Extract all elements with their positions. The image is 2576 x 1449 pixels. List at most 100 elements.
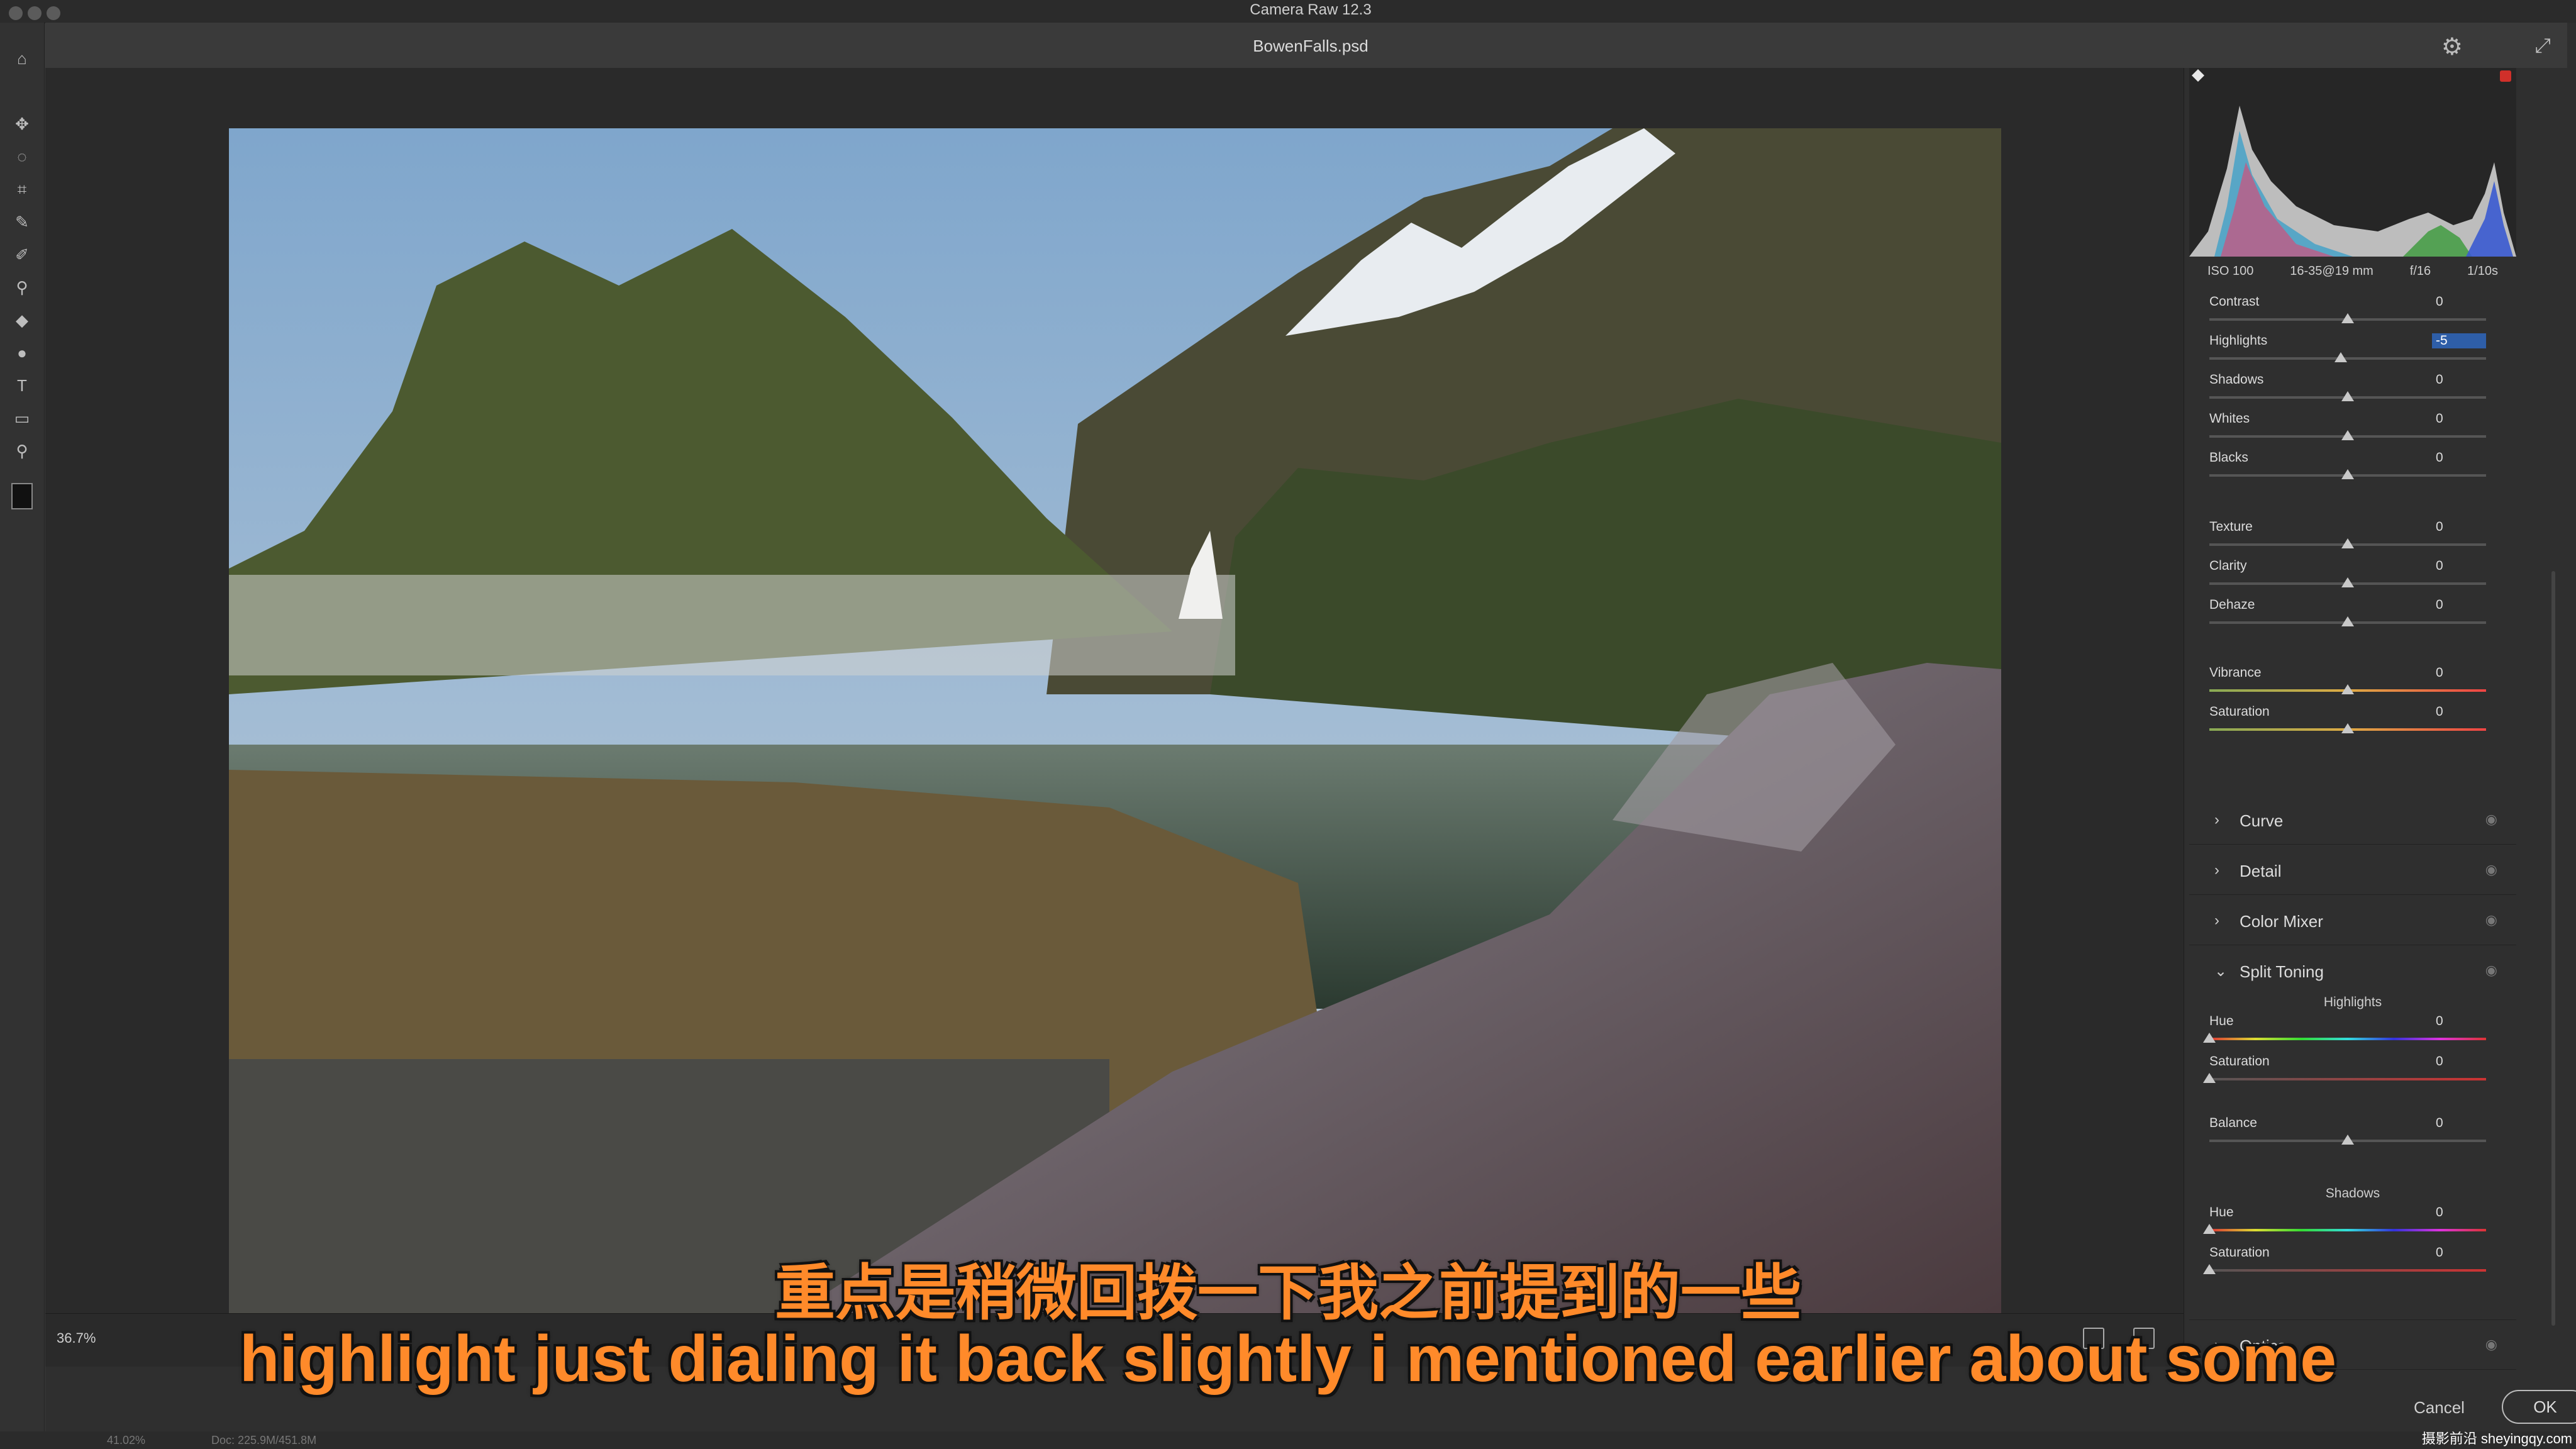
section-split-toning[interactable]: ⌄ Split Toning ◉ <box>2189 946 2516 995</box>
document-title: BowenFalls.psd <box>1253 36 1368 55</box>
lasso-tool-icon[interactable]: ◌ <box>11 146 33 167</box>
slider-value-field[interactable]: 0 <box>2432 294 2486 309</box>
gear-icon[interactable]: ⚙ <box>2441 33 2463 61</box>
slider-clarity[interactable]: Clarity 0 <box>2209 558 2486 597</box>
slider-contrast[interactable]: Contrast 0 <box>2209 294 2486 333</box>
slider-handle[interactable] <box>2341 616 2354 626</box>
paint-bucket-icon[interactable]: ◆ <box>11 309 33 331</box>
slider-handle[interactable] <box>2341 538 2354 548</box>
slider-value-field[interactable]: 0 <box>2432 1054 2486 1069</box>
crop-tool-icon[interactable]: ⌗ <box>11 179 33 200</box>
slider-dehaze[interactable]: Dehaze 0 <box>2209 597 2486 636</box>
red-eye-icon[interactable]: ◉ <box>2573 330 2576 351</box>
slider-handle[interactable] <box>2334 352 2347 362</box>
slider-value-field[interactable]: 0 <box>2432 450 2486 465</box>
slider-handle[interactable] <box>2341 577 2354 587</box>
brush-tool-icon[interactable]: ✐ <box>11 244 33 265</box>
eye-icon[interactable]: ◉ <box>2485 811 2497 828</box>
slider-blacks[interactable]: Blacks 0 <box>2209 450 2486 489</box>
slider-label: Balance <box>2209 1116 2257 1130</box>
foreground-color-swatch[interactable] <box>11 483 33 509</box>
slider-handle[interactable] <box>2341 391 2354 401</box>
slider-track[interactable] <box>2209 1229 2486 1231</box>
dodge-tool-icon[interactable]: ● <box>11 342 33 364</box>
slider-value-field[interactable]: 0 <box>2432 1014 2486 1029</box>
eye-icon[interactable]: ◉ <box>2485 912 2497 928</box>
section-detail[interactable]: › Detail ◉ <box>2189 845 2516 895</box>
slider-shadows[interactable]: Shadows 0 <box>2209 372 2486 411</box>
slider-track[interactable] <box>2209 1078 2486 1080</box>
section-detail-label: Detail <box>2240 862 2282 880</box>
photoshop-toolbar: ⌂ ✥ ◌ ⌗ ✎ ✐ ⚲ ◆ ● T ▭ ⚲ <box>0 23 45 1449</box>
slider-handle[interactable] <box>2203 1073 2216 1083</box>
slider-highlights[interactable]: Highlights -5 <box>2209 333 2486 372</box>
slider-value-field[interactable]: 0 <box>2432 1116 2486 1131</box>
slider-track[interactable] <box>2209 357 2486 360</box>
slider-value-field[interactable]: 0 <box>2432 597 2486 613</box>
slider-whites[interactable]: Whites 0 <box>2209 411 2486 450</box>
spot-healing-icon[interactable]: ✎ <box>2573 162 2576 184</box>
eye-icon[interactable]: ◉ <box>2485 862 2497 878</box>
radial-filter-icon[interactable]: ◎ <box>2573 288 2576 309</box>
crop-icon[interactable]: ⌗ <box>2573 121 2576 142</box>
eyedropper-tool-icon[interactable]: ✎ <box>11 211 33 233</box>
section-color-mixer[interactable]: › Color Mixer ◉ <box>2189 896 2516 945</box>
histogram <box>2189 68 2516 257</box>
iso-value: ISO 100 <box>2207 264 2254 278</box>
slider-value-field[interactable]: 0 <box>2432 558 2486 574</box>
graduated-filter-icon[interactable]: ▤ <box>2573 247 2576 268</box>
slider-track[interactable] <box>2209 1038 2486 1040</box>
slider-handle[interactable] <box>2203 1224 2216 1234</box>
panel-scrollbar[interactable] <box>2551 571 2555 1326</box>
window-title: Camera Raw 12.3 <box>1250 1 1372 18</box>
rectangle-tool-icon[interactable]: ▭ <box>11 408 33 429</box>
section-curve-label: Curve <box>2240 811 2284 830</box>
fullscreen-icon[interactable]: ⤢ <box>2534 34 2551 58</box>
slider-handle[interactable] <box>2203 1033 2216 1043</box>
photo-preview[interactable] <box>229 128 2001 1313</box>
slider-value-field[interactable]: 0 <box>2432 704 2486 719</box>
more-icon[interactable]: ⋯ <box>2573 413 2576 434</box>
slider-value-field[interactable]: 0 <box>2432 1205 2486 1220</box>
close-window-button[interactable] <box>9 6 23 20</box>
type-tool-icon[interactable]: T <box>11 375 33 396</box>
section-curve[interactable]: › Curve ◉ <box>2189 795 2516 845</box>
slider-value-field[interactable]: 0 <box>2432 519 2486 535</box>
minimize-window-button[interactable] <box>28 6 42 20</box>
slider-handle[interactable] <box>2341 1135 2354 1145</box>
slider-vibrance[interactable]: Vibrance 0 <box>2209 665 2486 704</box>
chevron-down-icon: ⌄ <box>2214 963 2228 980</box>
status-zoom: 41.02% <box>107 1434 146 1446</box>
slider-handle[interactable] <box>2341 430 2354 440</box>
slider-balance[interactable]: Balance 0 <box>2209 1116 2486 1155</box>
slider-label: Saturation <box>2209 704 2270 719</box>
edit-sliders-icon[interactable]: ☰ <box>2573 79 2576 101</box>
slider-saturation[interactable]: Saturation 0 <box>2203 1054 2486 1093</box>
presets-icon[interactable]: ◐ <box>2573 371 2576 392</box>
slider-texture[interactable]: Texture 0 <box>2209 519 2486 558</box>
zoom-tool-icon[interactable]: ⚲ <box>11 440 33 462</box>
slider-handle[interactable] <box>2341 313 2354 323</box>
slider-hue[interactable]: Hue 0 <box>2203 1205 2486 1244</box>
slider-label: Blacks <box>2209 450 2248 465</box>
slider-handle[interactable] <box>2341 684 2354 694</box>
slider-value-field[interactable]: 0 <box>2432 372 2486 387</box>
adjustment-brush-icon[interactable]: ✐ <box>2573 205 2576 226</box>
home-icon[interactable]: ⌂ <box>11 48 33 69</box>
slider-saturation[interactable]: Saturation 0 <box>2209 704 2486 743</box>
slider-handle[interactable] <box>2341 469 2354 479</box>
slider-value-field[interactable]: 0 <box>2432 665 2486 680</box>
eye-icon[interactable]: ◉ <box>2485 962 2497 979</box>
slider-value-field[interactable]: -5 <box>2432 333 2486 348</box>
slider-label: Vibrance <box>2209 665 2262 680</box>
slider-label: Contrast <box>2209 294 2260 309</box>
move-tool-icon[interactable]: ✥ <box>11 113 33 135</box>
cancel-button[interactable]: Cancel <box>2410 1397 2468 1418</box>
slider-hue[interactable]: Hue 0 <box>2203 1014 2486 1053</box>
slider-value-field[interactable]: 0 <box>2432 411 2486 426</box>
slider-label: Whites <box>2209 411 2250 426</box>
slider-handle[interactable] <box>2341 723 2354 733</box>
watermark: 摄影前沿 sheyingqy.com <box>2421 1431 2572 1446</box>
histogram-graph <box>2189 69 2516 257</box>
clone-stamp-icon[interactable]: ⚲ <box>11 277 33 298</box>
